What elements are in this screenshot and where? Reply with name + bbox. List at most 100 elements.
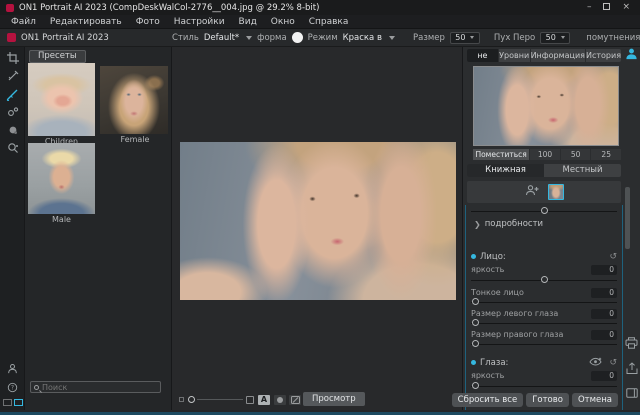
face-brush-tool-icon[interactable] bbox=[4, 87, 21, 101]
master-slider[interactable] bbox=[471, 211, 617, 212]
mode-chevron-icon[interactable] bbox=[389, 36, 395, 40]
svg-text:?: ? bbox=[11, 384, 14, 391]
layout-left-icon[interactable] bbox=[3, 399, 12, 406]
add-face-icon[interactable] bbox=[525, 184, 539, 200]
zoom-out-icon[interactable] bbox=[179, 397, 184, 402]
menu-view[interactable]: Вид bbox=[232, 15, 264, 29]
panel-scrollbar[interactable] bbox=[625, 187, 630, 249]
menu-file[interactable]: Файл bbox=[4, 15, 43, 29]
style-label: Стиль bbox=[172, 33, 199, 43]
mode-label: Режим bbox=[308, 33, 338, 43]
navigator-preview[interactable] bbox=[473, 66, 619, 146]
mask-view-button[interactable] bbox=[274, 395, 286, 405]
layout-right-icon[interactable] bbox=[14, 399, 23, 406]
menu-window[interactable]: Окно bbox=[264, 15, 302, 29]
search-icon bbox=[34, 385, 39, 390]
canvas-area[interactable]: A Просмотр bbox=[172, 47, 462, 410]
pane-footer: Сбросить все Готово Отмена bbox=[452, 393, 618, 407]
enabled-dot-icon[interactable] bbox=[471, 360, 476, 365]
shape-label: форма bbox=[257, 33, 286, 43]
menu-photo[interactable]: Фото bbox=[129, 15, 167, 29]
adjustment-mode-tabs: Книжная Местный bbox=[467, 164, 621, 177]
cancel-button[interactable]: Отмена bbox=[572, 393, 618, 407]
mode-value[interactable]: Краска в bbox=[343, 33, 382, 43]
close-button[interactable]: × bbox=[622, 0, 630, 15]
print-icon[interactable] bbox=[625, 337, 638, 352]
zoom-fit-button[interactable]: Поместиться bbox=[473, 149, 529, 160]
zoom-slider-track[interactable] bbox=[197, 399, 243, 400]
tab-local[interactable]: Местный bbox=[544, 164, 621, 177]
reset-icon[interactable]: ↺ bbox=[609, 358, 617, 368]
value-box[interactable]: 0 bbox=[591, 371, 617, 381]
done-button[interactable]: Готово bbox=[526, 393, 569, 407]
tab-portrait[interactable]: Книжная bbox=[467, 164, 544, 177]
export-icon[interactable] bbox=[626, 362, 638, 378]
crop-tool-icon[interactable] bbox=[4, 51, 21, 65]
window-title: ON1 Portrait AI 2023 (CompDeskWalCol-277… bbox=[19, 3, 319, 13]
show-mask-checkbox[interactable] bbox=[246, 396, 254, 404]
size-input[interactable]: 50 bbox=[450, 32, 480, 44]
account-icon[interactable] bbox=[4, 361, 21, 375]
preset-search[interactable] bbox=[30, 381, 161, 393]
presets-panel: Пресеты Children Female Male bbox=[25, 47, 172, 410]
slider-brightness[interactable] bbox=[471, 280, 617, 281]
eye-add-icon[interactable] bbox=[589, 357, 602, 369]
menu-help[interactable]: Справка bbox=[302, 15, 356, 29]
tab-navigator[interactable]: не bbox=[467, 49, 499, 62]
app-window: ON1 Portrait AI 2023 (CompDeskWalCol-277… bbox=[0, 0, 640, 415]
section-eyes-header[interactable]: Глаза: ↺ bbox=[471, 357, 617, 368]
zoom-25-button[interactable]: 25 bbox=[591, 149, 621, 160]
section-face-header[interactable]: Лицо: ↺ bbox=[471, 251, 617, 262]
value-box[interactable]: 0 bbox=[591, 309, 617, 319]
tool-options-bar: ON1 Portrait AI 2023 Стиль Default* форм… bbox=[0, 29, 640, 47]
slider-eyes-brightness[interactable] bbox=[471, 386, 617, 387]
preset-label-male: Male bbox=[28, 215, 95, 224]
tab-levels[interactable]: Уровни bbox=[499, 49, 531, 62]
menu-bar: Файл Редактировать Фото Настройки Вид Ок… bbox=[0, 15, 640, 29]
profile-icon[interactable] bbox=[625, 47, 638, 63]
retouch-tool-icon[interactable] bbox=[4, 69, 21, 83]
healing-tool-icon[interactable] bbox=[4, 123, 21, 137]
feather-input[interactable]: 50 bbox=[540, 32, 570, 44]
maximize-button[interactable] bbox=[603, 3, 610, 10]
value-box[interactable]: 0 bbox=[591, 330, 617, 340]
panel-toggle-icon[interactable] bbox=[626, 388, 638, 401]
tab-history[interactable]: История bbox=[586, 49, 621, 62]
adjustments-pane: ❯ подробности Лицо: ↺ яркость 0 Тонкое л… bbox=[465, 205, 623, 410]
slider-thin-face[interactable] bbox=[471, 302, 617, 303]
zoom-100-button[interactable]: 100 bbox=[530, 149, 560, 160]
slider-left-eye-size[interactable] bbox=[471, 323, 617, 324]
style-value[interactable]: Default* bbox=[204, 33, 239, 43]
main-photo[interactable] bbox=[180, 142, 456, 300]
compare-button[interactable] bbox=[289, 395, 301, 405]
enabled-dot-icon[interactable] bbox=[471, 254, 476, 259]
value-box[interactable]: 0 bbox=[591, 288, 617, 298]
style-chevron-icon[interactable] bbox=[246, 36, 252, 40]
reset-icon[interactable]: ↺ bbox=[609, 252, 617, 262]
menu-edit[interactable]: Редактировать bbox=[43, 15, 129, 29]
details-toggle[interactable]: ❯ подробности bbox=[474, 219, 543, 229]
text-overlay-button[interactable]: A bbox=[258, 395, 270, 405]
presets-button[interactable]: Пресеты bbox=[29, 50, 86, 63]
slider-row: Тонкое лицо 0 bbox=[471, 287, 617, 298]
clone-tool-icon[interactable] bbox=[4, 105, 21, 119]
value-box[interactable]: 0 bbox=[591, 265, 617, 275]
zoom-50-button[interactable]: 50 bbox=[561, 149, 591, 160]
reset-all-button[interactable]: Сбросить все bbox=[452, 393, 524, 407]
zoom-level-buttons: Поместиться 100 50 25 bbox=[473, 149, 621, 160]
preset-thumb-male[interactable] bbox=[28, 143, 95, 214]
search-input[interactable] bbox=[42, 383, 142, 392]
help-icon[interactable]: ? bbox=[4, 380, 21, 394]
detected-face-thumb[interactable] bbox=[548, 184, 564, 200]
slider-right-eye-size[interactable] bbox=[471, 344, 617, 345]
preset-thumb-female[interactable] bbox=[100, 66, 168, 134]
preset-thumb-children[interactable] bbox=[28, 63, 95, 136]
view-zoom-tool-icon[interactable] bbox=[4, 141, 21, 155]
tab-info[interactable]: Информация bbox=[531, 49, 586, 62]
title-bar: ON1 Portrait AI 2023 (CompDeskWalCol-277… bbox=[0, 0, 640, 15]
brush-shape-icon[interactable] bbox=[292, 32, 303, 43]
minimize-button[interactable]: – bbox=[587, 0, 592, 15]
zoom-slider-knob[interactable] bbox=[188, 396, 195, 403]
menu-settings[interactable]: Настройки bbox=[167, 15, 232, 29]
preview-button[interactable]: Просмотр bbox=[303, 392, 365, 406]
